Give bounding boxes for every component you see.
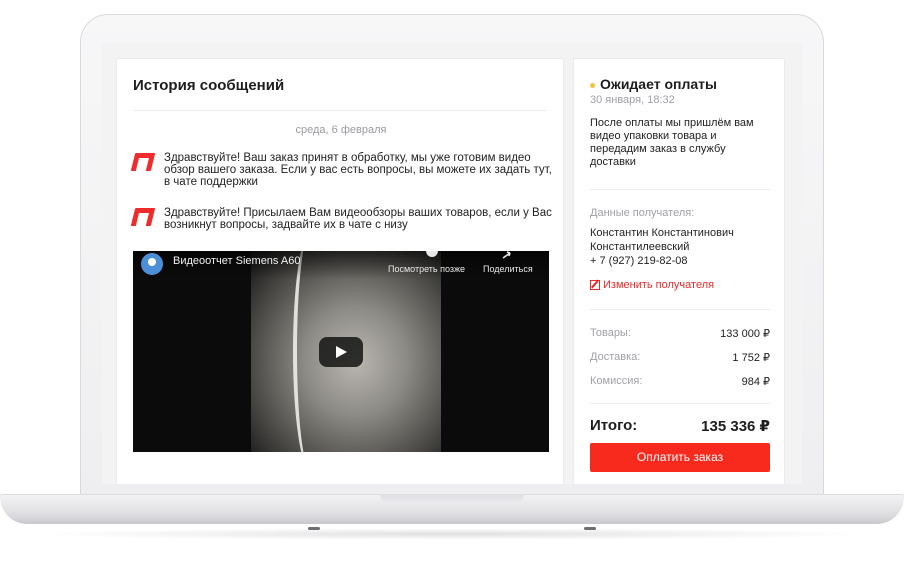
summary-value: 133 000 ₽ bbox=[720, 328, 770, 340]
laptop-notch bbox=[380, 494, 524, 504]
summary-label: Комиссия: bbox=[590, 375, 643, 387]
history-title: История сообщений bbox=[133, 77, 285, 94]
edit-icon bbox=[590, 280, 600, 290]
recipient-details: Константин Константинович Константилеевс… bbox=[590, 226, 775, 268]
summary-value: 1 752 ₽ bbox=[732, 352, 770, 364]
share-button[interactable]: Поделиться bbox=[483, 264, 533, 274]
recipient-label: Данные получателя: bbox=[590, 207, 695, 219]
history-divider bbox=[133, 110, 547, 111]
sender-logo-icon bbox=[130, 153, 156, 171]
status-dot-icon bbox=[590, 83, 595, 88]
watch-later-button[interactable]: Посмотреть позже bbox=[388, 264, 465, 274]
clock-icon bbox=[426, 251, 438, 257]
recipient-phone: + 7 (927) 219-82-08 bbox=[590, 255, 688, 267]
message-history-panel: История сообщений среда, 6 февраля Здрав… bbox=[116, 58, 564, 484]
total-value: 135 336 ₽ bbox=[701, 418, 770, 435]
message-text: Здравствуйте! Ваш заказ принят в обработ… bbox=[164, 152, 552, 188]
order-date: 30 января, 18:32 bbox=[590, 94, 675, 106]
order-total: Итого: 135 336 ₽ bbox=[590, 417, 770, 435]
status-description: После оплаты мы пришлём вам видео упаков… bbox=[590, 117, 754, 168]
edit-recipient-label: Изменить получателя bbox=[603, 279, 715, 291]
channel-avatar-icon[interactable] bbox=[141, 253, 163, 275]
video-player[interactable]: Видеоотчет Siemens A60 Посмотреть позже … bbox=[133, 251, 549, 452]
order-panel: Ожидает оплаты 30 января, 18:32 После оп… bbox=[573, 58, 785, 484]
recipient-surname: Константилеевский bbox=[590, 241, 690, 253]
sender-logo-icon bbox=[130, 208, 156, 226]
edit-recipient-link[interactable]: Изменить получателя bbox=[590, 279, 714, 291]
video-title[interactable]: Видеоотчет Siemens A60 bbox=[173, 255, 300, 267]
play-button[interactable] bbox=[319, 337, 363, 367]
laptop-screen: История сообщений среда, 6 февраля Здрав… bbox=[102, 43, 802, 484]
total-label: Итого: bbox=[590, 417, 638, 434]
date-separator: среда, 6 февраля bbox=[295, 124, 387, 136]
share-icon bbox=[502, 251, 511, 259]
summary-value: 984 ₽ bbox=[741, 376, 770, 388]
summary-label: Товары: bbox=[590, 327, 631, 339]
laptop-shadow bbox=[30, 528, 874, 540]
panel-divider bbox=[590, 309, 770, 310]
message-text: Здравствуйте! Присылаем Вам видеообзоры … bbox=[164, 207, 552, 231]
recipient-name: Константин Константинович bbox=[590, 227, 734, 239]
order-status: Ожидает оплаты bbox=[600, 76, 717, 92]
panel-divider bbox=[590, 403, 770, 404]
panel-divider bbox=[590, 189, 770, 190]
pay-order-button[interactable]: Оплатить заказ bbox=[590, 443, 770, 472]
summary-label: Доставка: bbox=[590, 351, 641, 363]
